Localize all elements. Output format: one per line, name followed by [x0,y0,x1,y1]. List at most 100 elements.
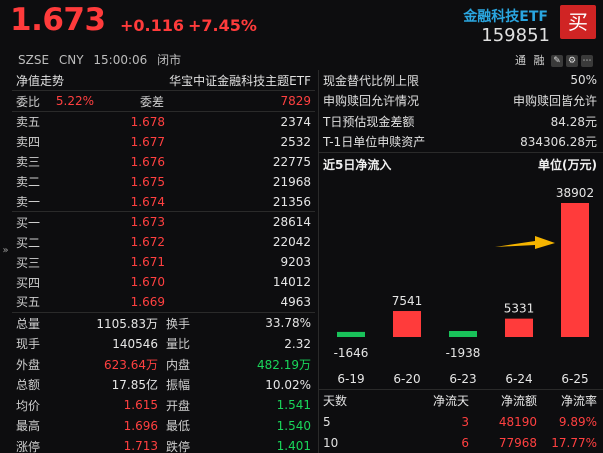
level-volume: 22042 [272,235,311,250]
tab-nav-trend[interactable]: 净值走势 [16,72,64,89]
stat-row: 总额 17.85亿 振幅 10.02% [12,374,315,395]
stat-key: 现手 [16,337,41,352]
stat-value: 1.713 [123,439,158,453]
info-row: T-1日单位申赎资产 834306.28元 [319,132,603,153]
etf-name: 金融科技ETF [463,9,548,25]
more-icon[interactable]: ⋯ [581,55,593,67]
expand-panel-icon[interactable]: » [0,245,11,275]
bar-label: -1938 [446,346,481,360]
tool-rong[interactable]: 融 [534,54,545,67]
cell-amount: 77968 [498,435,537,450]
stat-value: 1.401 [276,439,311,453]
toolbar-icons: 通 融 ✎ ⚙ ⋯ [515,52,593,68]
level-price: 1.676 [130,154,165,169]
highlight-arrow-icon [495,236,555,249]
stat-row: 总量 1105.83万 换手 33.78% [12,313,315,334]
cell-amount: 48190 [498,414,537,429]
level-price: 1.670 [130,275,165,290]
stat-key: 内盘 [166,357,191,372]
level-label: 卖四 [16,135,41,150]
level-volume: 2532 [280,134,311,149]
last-price: 1.673 [10,2,106,38]
level-label: 买四 [16,275,41,290]
tool-tong[interactable]: 通 [515,54,526,67]
settings-icon[interactable]: ⚙ [566,55,578,67]
weicha-label: 委差 [139,94,164,109]
level-price: 1.674 [130,194,165,209]
etf-code: 159851 [481,25,550,46]
bar-label: 38902 [556,186,594,200]
price-change: +0.116 [120,16,185,35]
level-price: 1.678 [130,114,165,129]
level-label: 卖二 [16,175,41,190]
info-key: T-1日单位申赎资产 [323,135,426,150]
category-label: 6-24 [505,372,532,386]
etf-info-panel: 现金替代比例上限 50% 申购赎回允许情况 申购赎回皆允许 T日预估现金差额 84.28元… [318,70,603,453]
flow-unit: 单位(万元) [538,157,597,172]
level-label: 卖三 [16,155,41,170]
th-rate: 净流率 [560,394,597,408]
ask-row: 卖五 1.678 2374 [12,112,315,132]
info-value: 84.28元 [550,114,597,129]
stat-row: 涨停 1.713 跌停 1.401 [12,436,315,453]
currency: CNY [58,53,84,67]
bar-6-25 [561,203,589,337]
level-label: 买一 [16,215,41,230]
stat-key: 均价 [16,398,41,413]
level-volume: 21968 [272,174,311,189]
stat-value: 10.02% [265,377,311,392]
bar-6-24 [505,318,533,337]
level-volume: 4963 [280,294,311,309]
price-change-pct: +7.45% [188,16,257,35]
stat-value: 33.78% [265,316,311,331]
bid-list: 买一 1.673 28614 买二 1.672 22042 买三 1.671 9203 买四 1.6… [12,212,315,311]
stat-key: 最低 [166,419,191,434]
quote-header: 1.673 +0.116 +7.45% SZSE CNY 15:00:06 闭市… [0,0,603,70]
th-flow-days: 净流天 [432,394,469,408]
stat-row: 现手 140546 量比 2.32 [12,333,315,354]
flow-table: 天数 净流天 净流额 净流率 5 3 48190 9.89% 10 6 77968 17.77… [319,390,603,453]
level-price: 1.671 [130,255,165,270]
category-label: 6-19 [337,372,364,386]
ask-row: 卖四 1.677 2532 [12,132,315,152]
cell-flow-days: 3 [461,414,469,429]
edit-icon[interactable]: ✎ [551,55,563,67]
category-label: 6-25 [561,372,588,386]
cell-rate: 9.89% [558,414,597,429]
etf-info-list: 现金替代比例上限 50% 申购赎回允许情况 申购赎回皆允许 T日预估现金差额 84.28元… [319,70,603,152]
level-label: 卖五 [16,115,41,130]
level-volume: 14012 [272,275,311,290]
stat-value: 1.696 [123,418,158,433]
fund-full-name: 华宝中证金融科技主题ETF [169,73,311,88]
flow-title: 近5日净流入 [323,157,392,172]
stat-value: 17.85亿 [111,378,158,393]
cell-flow-days: 6 [461,435,469,450]
stat-key: 外盘 [16,357,41,372]
bid-row: 买五 1.669 4963 [12,292,315,312]
net-inflow-chart: -1646 6-19 7541 6-20 -1938 6-23 5331 6-24 38902 6… [319,175,603,389]
stat-value: 1.615 [123,398,158,413]
bid-row: 买三 1.671 9203 [12,252,315,272]
level-price: 1.669 [130,294,165,309]
stats-list: 总量 1105.83万 换手 33.78% 现手 140546 量比 2.32 外盘 623.64… [12,313,315,453]
cell-rate: 17.77% [551,435,597,450]
stat-value: 2.32 [284,336,311,351]
bar-label: 5331 [504,302,535,316]
quote-time: 15:00:06 [93,53,148,67]
level-price: 1.673 [130,215,165,230]
flow-table-header: 天数 净流天 净流额 净流率 [319,390,603,411]
level-label: 买二 [16,235,41,250]
buy-button[interactable]: 买 [560,5,596,39]
level-price: 1.675 [130,174,165,189]
level-label: 卖一 [16,195,41,209]
info-value: 50% [570,73,597,88]
stat-key: 量比 [166,337,191,352]
stat-key: 总额 [16,378,41,393]
level-label: 买五 [16,295,41,310]
level-label: 买三 [16,255,41,270]
info-key: 现金替代比例上限 [323,73,420,88]
bar-6-23 [449,331,477,337]
ask-row: 卖二 1.675 21968 [12,172,315,192]
bar-6-19 [337,331,365,337]
stat-value: 1.541 [276,398,311,413]
